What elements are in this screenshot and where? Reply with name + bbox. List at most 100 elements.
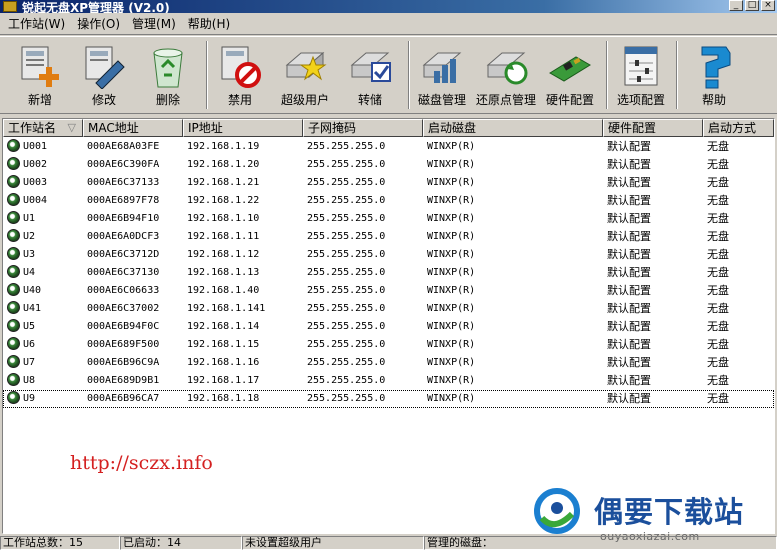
cell-ip: 192.168.1.16 (187, 357, 260, 368)
table-row[interactable]: U6 000AE689F500 192.168.1.15 255.255.255.0 W… (3, 336, 774, 354)
cell-mac: 000AE6C390FA (87, 159, 160, 170)
cell-boot-mode: 无盘 (707, 302, 729, 315)
cell-subnet: 255.255.255.0 (307, 231, 386, 242)
maximize-icon[interactable]: □ (745, 0, 759, 11)
table-row[interactable]: U001 000AE68A03FE 192.168.1.19 255.255.255.… (3, 138, 774, 156)
cell-subnet: 255.255.255.0 (307, 249, 386, 260)
add-workstation-icon (18, 43, 62, 89)
menu-manage[interactable]: 管理(M) (126, 15, 182, 32)
menu-help[interactable]: 帮助(H) (182, 15, 236, 32)
cell-mac: 000AE6C3712D (87, 249, 160, 260)
cell-mac: 000AE6B96C9A (87, 357, 160, 368)
options-config-button[interactable]: 选项配置 (614, 39, 668, 113)
cell-boot-disk: WINXP(R) (427, 285, 476, 296)
cell-boot-mode: 无盘 (707, 140, 729, 153)
menu-operation[interactable]: 操作(O) (71, 15, 126, 32)
table-row[interactable]: U7 000AE6B96C9A 192.168.1.16 255.255.255.0 W… (3, 354, 774, 372)
dump-button[interactable]: 转储 (344, 39, 396, 113)
cell-hardware: 默认配置 (607, 266, 651, 279)
window-controls: _ □ × (729, 0, 775, 11)
status-started-count: 已启动：14 (120, 536, 242, 550)
table-row[interactable]: U4 000AE6C37130 192.168.1.13 255.255.255.0 W… (3, 264, 774, 282)
minimize-icon[interactable]: _ (729, 0, 743, 11)
table-row[interactable]: U41 000AE6C37002 192.168.1.141 255.255.255.… (3, 300, 774, 318)
close-icon[interactable]: × (761, 0, 775, 11)
column-header-subnet[interactable]: 子网掩码 (303, 119, 423, 137)
table-row[interactable]: U002 000AE6C390FA 192.168.1.20 255.255.255.… (3, 156, 774, 174)
toolbar-separator (676, 41, 678, 109)
help-label: 帮助 (701, 93, 726, 107)
help-button[interactable]: 帮助 (688, 39, 740, 113)
cell-hardware: 默认配置 (607, 230, 651, 243)
cell-hardware: 默认配置 (607, 338, 651, 351)
table-row[interactable]: U1 000AE6B94F10 192.168.1.10 255.255.255.0 W… (3, 210, 774, 228)
cell-subnet: 255.255.255.0 (307, 213, 386, 224)
column-header-hardware[interactable]: 硬件配置 (603, 119, 703, 137)
table-row[interactable]: U003 000AE6C37133 192.168.1.21 255.255.255.… (3, 174, 774, 192)
cell-name: U3 (3, 246, 83, 264)
restore-point-button[interactable]: 还原点管理 (474, 39, 538, 113)
delete-button[interactable]: 删除 (142, 39, 194, 113)
add-button[interactable]: 新增 (14, 39, 66, 113)
cell-boot-disk: WINXP(R) (427, 267, 476, 278)
cell-name: U40 (3, 282, 83, 300)
cell-name: U002 (3, 156, 83, 174)
cell-name: U41 (3, 300, 83, 318)
disable-button[interactable]: 禁用 (214, 39, 266, 113)
list-header: 工作站名 ▽ MAC地址 IP地址 子网掩码 启动磁盘 硬件配置 启动方式 (3, 119, 774, 137)
table-row[interactable]: U8 000AE689D9B1 192.168.1.17 255.255.255.0 W… (3, 372, 774, 390)
options-config-label: 选项配置 (616, 93, 665, 107)
column-header-boot-disk[interactable]: 启动磁盘 (423, 119, 603, 137)
cell-ip: 192.168.1.20 (187, 159, 260, 170)
column-header-name[interactable]: 工作站名 ▽ (3, 119, 83, 137)
cell-ip: 192.168.1.40 (187, 285, 260, 296)
disable-icon (218, 43, 262, 89)
table-row[interactable]: U40 000AE6C06633 192.168.1.40 255.255.255.0… (3, 282, 774, 300)
workstation-status-icon (7, 246, 20, 260)
cell-subnet: 255.255.255.0 (307, 285, 386, 296)
disk-management-label: 磁盘管理 (417, 93, 466, 107)
cell-boot-disk: WINXP(R) (427, 159, 476, 170)
cell-ip: 192.168.1.21 (187, 177, 260, 188)
edit-button[interactable]: 修改 (78, 39, 130, 113)
cell-ip: 192.168.1.11 (187, 231, 260, 242)
hardware-config-button[interactable]: 硬件配置 (544, 39, 596, 113)
cell-boot-mode: 无盘 (707, 284, 729, 297)
cell-name: U7 (3, 354, 83, 372)
menu-workstation[interactable]: 工作站(W) (2, 15, 71, 32)
cell-subnet: 255.255.255.0 (307, 339, 386, 350)
table-row[interactable]: U2 000AE6A0DCF3 192.168.1.11 255.255.255.0 W… (3, 228, 774, 246)
table-row[interactable]: U5 000AE6B94F0C 192.168.1.14 255.255.255.0 W… (3, 318, 774, 336)
cell-boot-disk: WINXP(R) (427, 177, 476, 188)
table-row[interactable]: U004 000AE6897F78 192.168.1.22 255.255.255.… (3, 192, 774, 210)
disk-management-button[interactable]: 磁盘管理 (414, 39, 470, 113)
cell-boot-disk: WINXP(R) (427, 393, 476, 404)
cell-mac: 000AE6B94F0C (87, 321, 160, 332)
cell-name: U8 (3, 372, 83, 390)
cell-subnet: 255.255.255.0 (307, 393, 386, 404)
cell-mac: 000AE689F500 (87, 339, 160, 350)
status-bar: 工作站总数：15 已启动：14 未设置超级用户 管理的磁盘： (0, 536, 777, 550)
cell-boot-disk: WINXP(R) (427, 213, 476, 224)
workstation-status-icon (7, 372, 20, 386)
table-row[interactable]: U3 000AE6C3712D 192.168.1.12 255.255.255.0 W… (3, 246, 774, 264)
cell-hardware: 默认配置 (607, 212, 651, 225)
workstation-status-icon (7, 210, 20, 224)
column-header-mac[interactable]: MAC地址 (83, 119, 183, 137)
cell-subnet: 255.255.255.0 (307, 177, 386, 188)
cell-mac: 000AE6897F78 (87, 195, 160, 206)
super-user-button[interactable]: 超级用户 (276, 39, 334, 113)
logo-text: 偶要下载站 (594, 495, 745, 529)
dump-label: 转储 (357, 93, 382, 107)
options-settings-icon (619, 43, 663, 89)
cell-name: U5 (3, 318, 83, 336)
status-managed-disk: 管理的磁盘： (424, 536, 777, 550)
column-header-ip[interactable]: IP地址 (183, 119, 303, 137)
sort-desc-icon: ▽ (67, 121, 76, 134)
table-row[interactable]: U9 000AE6B96CA7 192.168.1.18 255.255.255.0 W… (3, 390, 774, 408)
toolbar-separator (408, 41, 410, 109)
edit-label: 修改 (91, 93, 116, 107)
disk-management-icon (420, 43, 464, 89)
cell-ip: 192.168.1.18 (187, 393, 260, 404)
column-header-boot-mode[interactable]: 启动方式 (703, 119, 774, 137)
